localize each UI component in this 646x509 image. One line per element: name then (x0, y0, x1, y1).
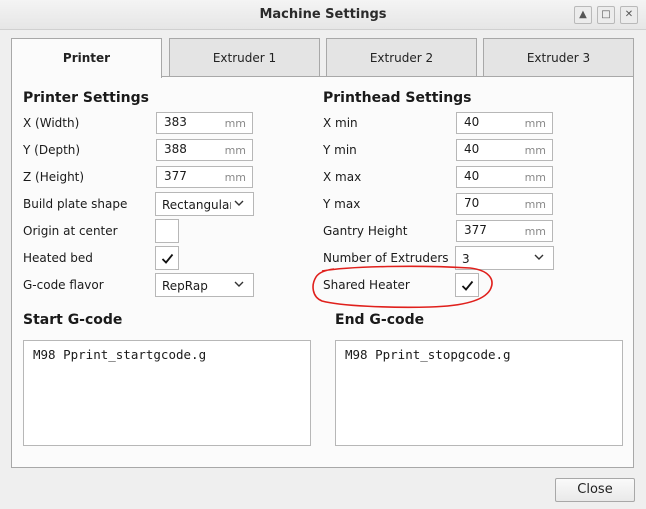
tab-extruder-2[interactable]: Extruder 2 (326, 38, 477, 76)
close-icon[interactable]: ✕ (620, 6, 638, 24)
start-gcode-heading: Start G-code (23, 312, 123, 328)
gcode-flavor-label: G-code flavor (23, 278, 104, 292)
build-plate-shape-label: Build plate shape (23, 197, 128, 211)
tab-extruder-1[interactable]: Extruder 1 (169, 38, 320, 76)
tab-extruder-3[interactable]: Extruder 3 (483, 38, 634, 76)
printhead-settings-heading: Printhead Settings (323, 90, 472, 106)
y-max-label: Y max (323, 197, 361, 211)
gantry-height-label: Gantry Height (323, 224, 408, 238)
gcode-flavor-select[interactable]: RepRap (155, 273, 254, 297)
x-width-label: X (Width) (23, 116, 80, 130)
tab-printer[interactable]: Printer (11, 38, 162, 78)
maximize-icon[interactable]: □ (597, 6, 615, 24)
end-gcode-editor[interactable]: M98 Pprint_stopgcode.g (335, 340, 623, 446)
start-gcode-editor[interactable]: M98 Pprint_startgcode.g (23, 340, 311, 446)
origin-at-center-label: Origin at center (23, 224, 118, 238)
build-plate-shape-select[interactable]: Rectangular (155, 192, 254, 216)
restore-icon[interactable]: ▲ (574, 6, 592, 24)
x-min-input[interactable]: 40 mm (456, 112, 553, 134)
heated-bed-label: Heated bed (23, 251, 93, 265)
z-height-input[interactable]: 377 mm (156, 166, 253, 188)
y-min-input[interactable]: 40 mm (456, 139, 553, 161)
annotation-circle (312, 265, 493, 309)
x-min-label: X min (323, 116, 358, 130)
close-button[interactable]: Close (555, 478, 635, 502)
x-max-label: X max (323, 170, 362, 184)
y-depth-input[interactable]: 388 mm (156, 139, 253, 161)
chevron-down-icon (234, 281, 244, 287)
end-gcode-heading: End G-code (335, 312, 425, 328)
checkmark-icon (161, 253, 174, 264)
origin-at-center-checkbox[interactable] (155, 219, 179, 243)
y-min-label: Y min (323, 143, 357, 157)
chevron-down-icon (534, 254, 544, 260)
x-max-input[interactable]: 40 mm (456, 166, 553, 188)
y-depth-label: Y (Depth) (23, 143, 81, 157)
gantry-height-input[interactable]: 377 mm (456, 220, 553, 242)
x-width-input[interactable]: 383 mm (156, 112, 253, 134)
chevron-down-icon (234, 200, 244, 206)
printer-settings-heading: Printer Settings (23, 90, 149, 106)
window-controls: ▲ □ ✕ (574, 6, 638, 24)
z-height-label: Z (Height) (23, 170, 85, 184)
y-max-input[interactable]: 70 mm (456, 193, 553, 215)
heated-bed-checkbox[interactable] (155, 246, 179, 270)
window-title: Machine Settings (259, 7, 387, 22)
title-bar: Machine Settings ▲ □ ✕ (0, 0, 646, 30)
